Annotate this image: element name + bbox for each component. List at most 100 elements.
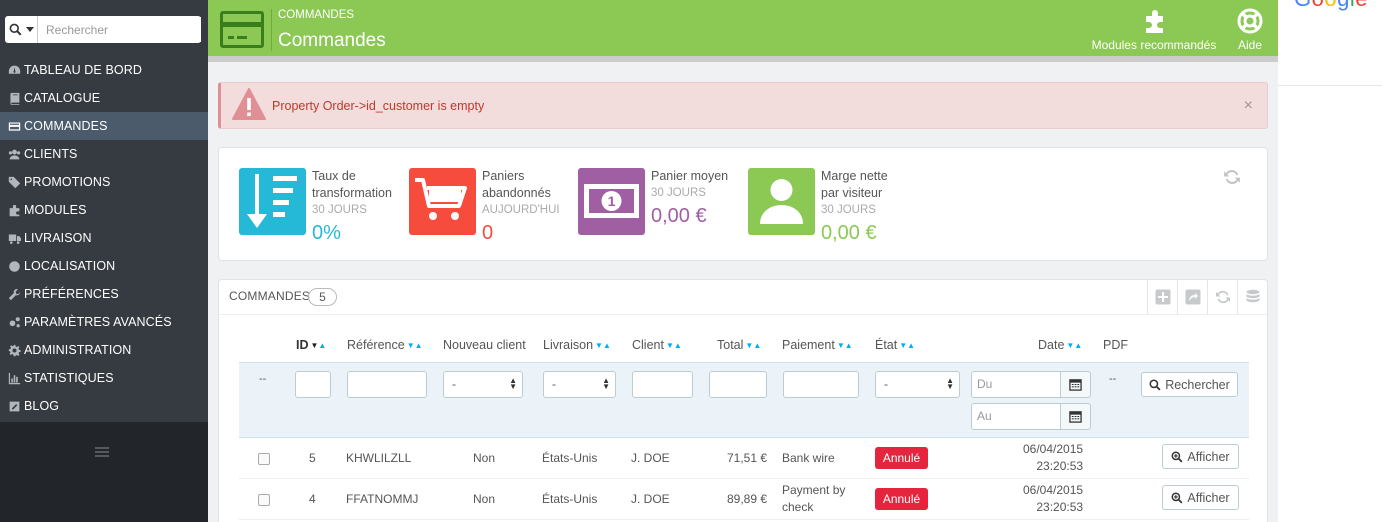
cell-delivery: États-Unis <box>542 492 598 506</box>
sidebar-item-administration[interactable]: ADMINISTRATION <box>0 336 208 364</box>
date-to-input[interactable]: Au <box>971 403 1061 430</box>
kpi-average-cart[interactable]: 1 Panier moyen 30 JOURS 0,00 € <box>578 168 748 238</box>
error-alert: Property Order->id_customer is empty × <box>218 82 1268 129</box>
table-row[interactable]: 4 FFATNOMMJ Non États-Unis J. DOE 89,89 … <box>239 479 1249 520</box>
date-from-input[interactable]: Du <box>971 371 1061 398</box>
plus-square-icon <box>1155 289 1170 305</box>
sql-manager-button[interactable] <box>1237 280 1267 314</box>
view-order-button[interactable]: Afficher <box>1162 444 1239 469</box>
table-row[interactable]: 5 KHWLILZLL Non États-Unis J. DOE 71,51 … <box>239 438 1249 479</box>
column-header-state[interactable]: État ▼▲ <box>875 338 915 352</box>
filter-date-from[interactable]: Du <box>971 371 1091 398</box>
sidebar-item-label: BLOG <box>24 399 60 413</box>
sort-icon[interactable]: ▼▲ <box>1066 341 1082 350</box>
add-order-button[interactable] <box>1147 280 1177 314</box>
sort-icon[interactable]: ▼▲ <box>745 341 761 350</box>
filter-date-to[interactable]: Au <box>971 403 1091 430</box>
filter-reference-input[interactable] <box>347 371 427 398</box>
collapse-menu-icon[interactable] <box>95 447 109 457</box>
column-header-id[interactable]: ID ▼▲ <box>296 338 326 352</box>
cell-id: 4 <box>309 492 316 506</box>
recommended-modules-label: Modules recommandés <box>1091 38 1217 52</box>
column-header-pdf: PDF <box>1103 338 1128 352</box>
sort-icon[interactable]: ▼▲ <box>899 341 915 350</box>
column-header-date[interactable]: Date ▼▲ <box>1038 338 1082 352</box>
calendar-icon[interactable] <box>1060 371 1091 398</box>
kpi-value: 0,00 € <box>651 205 707 227</box>
kpi-label: Paniers abandonnés AUJOURD'HUI <box>482 169 560 216</box>
lifebuoy-icon <box>1237 8 1263 34</box>
export-button[interactable] <box>1177 280 1207 314</box>
google-logo: Google <box>1294 0 1368 12</box>
kpi-conversion-rate[interactable]: Taux de transformation 30 JOURS 0% <box>239 168 409 244</box>
sidebar-item-catalogue[interactable]: CATALOGUE <box>0 84 208 112</box>
help-button[interactable]: Aide <box>1232 8 1268 52</box>
filter-payment-input[interactable] <box>783 371 859 398</box>
sidebar-item-blog[interactable]: BLOG <box>0 392 208 420</box>
search-filter-button[interactable]: Rechercher <box>1141 372 1238 397</box>
filter-id-input[interactable] <box>295 371 331 398</box>
help-label: Aide <box>1237 38 1263 52</box>
banknote-icon: 1 <box>578 168 645 235</box>
column-header-reference[interactable]: Référence ▼▲ <box>347 338 423 352</box>
filter-delivery-select[interactable]: - ▲ ▼ <box>543 371 616 398</box>
cell-date: 06/04/2015 23:20:53 <box>1023 442 1084 473</box>
sidebar-item-label: LOCALISATION <box>24 259 116 273</box>
sidebar-item-label: ADMINISTRATION <box>24 343 132 357</box>
column-header-total[interactable]: Total ▼▲ <box>717 338 761 352</box>
column-header-payment[interactable]: Paiement ▼▲ <box>782 338 853 352</box>
filter-total-input[interactable] <box>709 371 767 398</box>
sort-icon[interactable]: ▼▲ <box>837 341 853 350</box>
cell-date: 06/04/2015 23:20:53 <box>1023 483 1084 514</box>
status-badge: Annulé <box>875 488 928 510</box>
cell-new-client: Non <box>473 492 496 506</box>
sidebar-item-clients[interactable]: CLIENTS <box>0 140 208 168</box>
calendar-icon[interactable] <box>1060 403 1091 430</box>
filter-client-input[interactable] <box>632 371 693 398</box>
credit-card-icon <box>7 119 21 133</box>
filter-new-client-select[interactable]: - ▲ ▼ <box>443 371 523 398</box>
breadcrumb[interactable]: COMMANDES <box>278 9 354 21</box>
sort-icon[interactable]: ▼▲ <box>311 341 327 350</box>
sidebar-footer <box>0 422 208 522</box>
svg-text:1: 1 <box>608 193 616 209</box>
view-order-button[interactable]: Afficher <box>1162 485 1239 510</box>
orders-title: COMMANDES <box>229 289 311 303</box>
refresh-icon[interactable] <box>1223 168 1241 186</box>
sidebar-item-parametres-avances[interactable]: PARAMÈTRES AVANCÉS <box>0 308 208 336</box>
column-header-new-client: Nouveau client <box>443 338 526 352</box>
caret-down-icon <box>25 26 34 32</box>
recommended-modules-button[interactable]: Modules recommandés <box>1088 8 1220 52</box>
sort-icon[interactable]: ▼▲ <box>666 341 682 350</box>
refresh-icon <box>1215 290 1230 304</box>
sidebar-item-promotions[interactable]: PROMOTIONS <box>0 168 208 196</box>
sidebar-item-localisation[interactable]: LOCALISATION <box>0 252 208 280</box>
column-header-delivery[interactable]: Livraison ▼▲ <box>543 338 611 352</box>
cell-reference: FFATNOMMJ <box>346 492 419 506</box>
row-checkbox[interactable] <box>258 453 270 465</box>
refresh-list-button[interactable] <box>1207 280 1237 314</box>
sidebar-item-livraison[interactable]: LIVRAISON <box>0 224 208 252</box>
wrench-icon <box>7 287 21 301</box>
sidebar-item-preferences[interactable]: PRÉFÉRENCES <box>0 280 208 308</box>
search-dropdown-button[interactable] <box>5 16 38 43</box>
search-input[interactable] <box>38 17 201 42</box>
share-square-icon <box>1185 289 1200 305</box>
filter-state-select[interactable]: - ▲ ▼ <box>875 371 960 398</box>
row-checkbox[interactable] <box>258 494 270 506</box>
alert-message: Property Order->id_customer is empty <box>272 99 485 113</box>
sort-icon[interactable]: ▼▲ <box>407 341 423 350</box>
sidebar-item-dashboard[interactable]: TABLEAU DE BORD <box>0 56 208 84</box>
header-divider <box>271 9 272 51</box>
users-icon <box>7 147 21 161</box>
sidebar-item-commandes[interactable]: COMMANDES <box>0 112 208 140</box>
kpi-abandoned-carts[interactable]: Paniers abandonnés AUJOURD'HUI 0 <box>409 168 579 244</box>
sort-icon[interactable]: ▼▲ <box>595 341 611 350</box>
kpi-value: 0,00 € <box>821 222 877 244</box>
sidebar-item-statistiques[interactable]: STATISTIQUES <box>0 364 208 392</box>
sidebar-item-modules[interactable]: MODULES <box>0 196 208 224</box>
close-icon[interactable]: × <box>1244 97 1253 115</box>
cogs-icon <box>7 315 21 329</box>
column-header-client[interactable]: Client ▼▲ <box>632 338 682 352</box>
kpi-net-margin[interactable]: Marge nette par visiteur 30 JOURS 0,00 € <box>748 168 918 244</box>
